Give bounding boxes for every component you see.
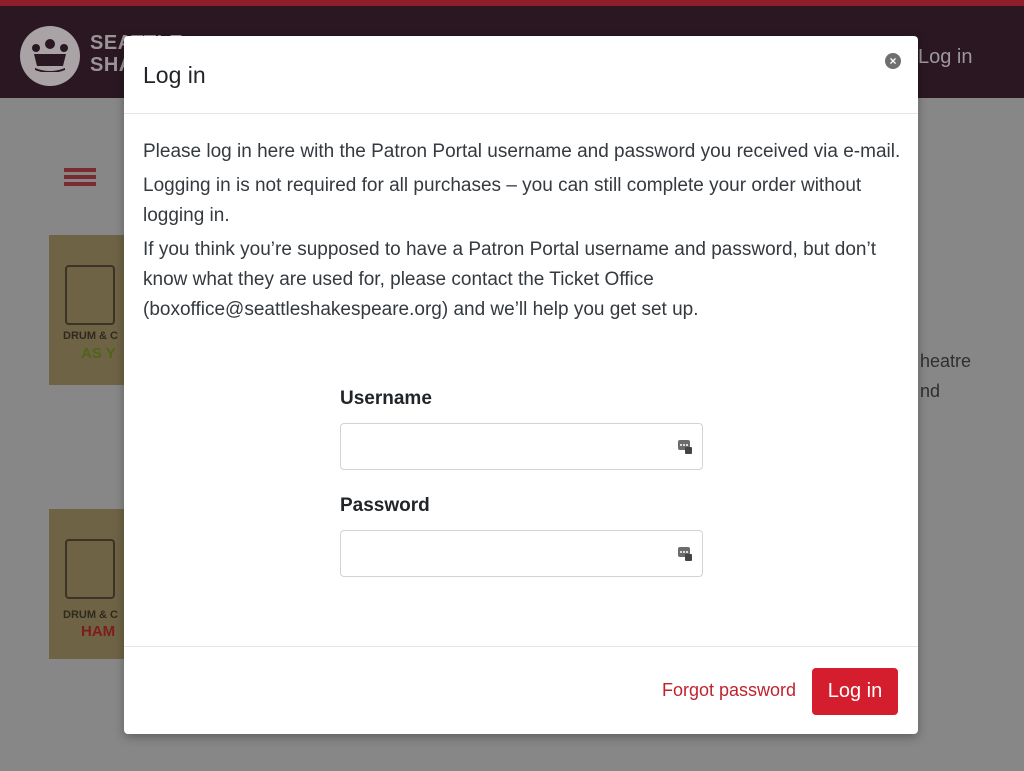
background-text-line: nd (920, 381, 941, 401)
username-label: Username (340, 388, 432, 409)
close-icon[interactable]: × (885, 53, 901, 69)
modal-title: Log in (143, 62, 206, 88)
nav-login-link[interactable]: Log in (918, 46, 973, 69)
crown-logo-icon[interactable] (20, 26, 80, 86)
username-field-wrapper (340, 423, 703, 470)
background-text-line: heatre (920, 351, 972, 371)
modal-footer: Forgot password Log in (124, 646, 918, 734)
poster-name: AS Y (81, 345, 116, 362)
modal-header: Log in × (124, 36, 918, 114)
list-view-icon[interactable] (64, 168, 96, 192)
forgot-password-link[interactable]: Forgot password (662, 680, 796, 701)
password-field-wrapper (340, 530, 703, 577)
login-modal: Log in × Please log in here with the Pat… (124, 36, 918, 734)
intro-paragraph: Please log in here with the Patron Porta… (143, 141, 901, 162)
password-manager-icon[interactable] (678, 438, 692, 454)
contact-paragraph: If you think you’re supposed to have a P… (143, 239, 877, 320)
event-poster-1[interactable]: DRUM & C AS Y (49, 235, 125, 385)
password-input[interactable] (341, 531, 702, 576)
drum-illustration-icon (65, 539, 115, 599)
poster-name: HAM (81, 623, 116, 640)
poster-title: DRUM & C (63, 330, 118, 342)
password-manager-icon[interactable] (678, 545, 692, 561)
modal-body: Please log in here with the Patron Porta… (143, 137, 903, 329)
username-input[interactable] (341, 424, 702, 469)
password-label: Password (340, 495, 430, 516)
event-poster-2[interactable]: DRUM & C HAM (49, 509, 125, 659)
poster-title: DRUM & C (63, 609, 118, 621)
note-paragraph: Logging in is not required for all purch… (143, 175, 862, 226)
drum-illustration-icon (65, 265, 115, 325)
login-button[interactable]: Log in (812, 668, 898, 715)
